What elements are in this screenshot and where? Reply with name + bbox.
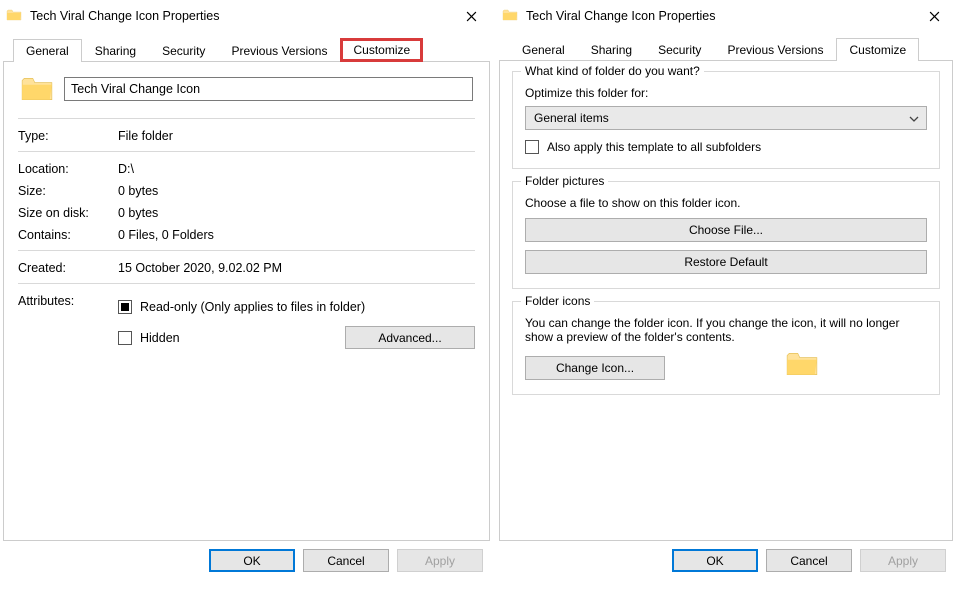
folder-icon <box>502 8 518 24</box>
tab-customize[interactable]: Customize <box>836 38 919 61</box>
type-label: Type: <box>18 129 118 143</box>
size-on-disk-label: Size on disk: <box>18 206 118 220</box>
optimize-label: Optimize this folder for: <box>525 86 927 100</box>
general-panel: Type: File folder Location: D:\ Size: 0 … <box>3 62 490 541</box>
dialog-buttons: OK Cancel Apply <box>496 541 956 582</box>
properties-dialog-general: Tech Viral Change Icon Properties Genera… <box>0 0 493 582</box>
titlebar: Tech Viral Change Icon Properties <box>0 0 493 32</box>
location-label: Location: <box>18 162 118 176</box>
size-on-disk-value: 0 bytes <box>118 206 158 220</box>
separator <box>18 250 475 251</box>
window-title: Tech Viral Change Icon Properties <box>30 9 451 23</box>
tab-sharing[interactable]: Sharing <box>578 38 645 61</box>
group-title: Folder pictures <box>521 174 608 188</box>
hidden-label: Hidden <box>140 331 285 345</box>
apply-subfolders-checkbox[interactable] <box>525 140 539 154</box>
group-title: Folder icons <box>521 294 594 308</box>
size-label: Size: <box>18 184 118 198</box>
tab-previous-versions[interactable]: Previous Versions <box>218 39 340 62</box>
created-value: 15 October 2020, 9.02.02 PM <box>118 261 282 275</box>
folder-icons-desc: You can change the folder icon. If you c… <box>525 316 927 344</box>
readonly-checkbox[interactable] <box>118 300 132 314</box>
window-title: Tech Viral Change Icon Properties <box>526 9 914 23</box>
change-icon-button[interactable]: Change Icon... <box>525 356 665 380</box>
dialog-buttons: OK Cancel Apply <box>0 541 493 582</box>
dropdown-value: General items <box>534 111 609 125</box>
restore-default-button[interactable]: Restore Default <box>525 250 927 274</box>
folder-name-input[interactable] <box>64 77 473 101</box>
tab-previous-versions[interactable]: Previous Versions <box>714 38 836 61</box>
apply-button[interactable]: Apply <box>397 549 483 572</box>
cancel-button[interactable]: Cancel <box>303 549 389 572</box>
optimize-dropdown[interactable]: General items <box>525 106 927 130</box>
tab-sharing[interactable]: Sharing <box>82 39 149 62</box>
hidden-checkbox[interactable] <box>118 331 132 345</box>
apply-subfolders-label: Also apply this template to all subfolde… <box>547 140 761 154</box>
tab-customize[interactable]: Customize <box>340 38 423 62</box>
apply-button[interactable]: Apply <box>860 549 946 572</box>
tab-general[interactable]: General <box>13 39 82 62</box>
folder-pictures-desc: Choose a file to show on this folder ico… <box>525 196 927 210</box>
readonly-label: Read-only (Only applies to files in fold… <box>140 300 365 314</box>
separator <box>18 283 475 284</box>
type-value: File folder <box>118 129 173 143</box>
ok-button[interactable]: OK <box>672 549 758 572</box>
properties-dialog-customize: Tech Viral Change Icon Properties Genera… <box>496 0 956 582</box>
location-value: D:\ <box>118 162 134 176</box>
folder-icon <box>785 349 819 379</box>
tab-general[interactable]: General <box>509 38 578 61</box>
choose-file-button[interactable]: Choose File... <box>525 218 927 242</box>
contains-label: Contains: <box>18 228 118 242</box>
group-folder-type: What kind of folder do you want? Optimiz… <box>512 71 940 169</box>
size-value: 0 bytes <box>118 184 158 198</box>
advanced-button[interactable]: Advanced... <box>345 326 475 349</box>
attributes-label: Attributes: <box>18 294 118 308</box>
tab-strip: General Sharing Security Previous Versio… <box>499 32 953 61</box>
chevron-down-icon <box>908 113 920 128</box>
group-folder-icons: Folder icons You can change the folder i… <box>512 301 940 395</box>
folder-icon <box>6 8 22 24</box>
ok-button[interactable]: OK <box>209 549 295 572</box>
contains-value: 0 Files, 0 Folders <box>118 228 214 242</box>
close-icon[interactable] <box>451 2 491 31</box>
tab-security[interactable]: Security <box>149 39 218 62</box>
separator <box>18 151 475 152</box>
cancel-button[interactable]: Cancel <box>766 549 852 572</box>
close-icon[interactable] <box>914 2 954 31</box>
group-title: What kind of folder do you want? <box>521 64 704 78</box>
folder-icon <box>20 74 64 104</box>
tab-strip: General Sharing Security Previous Versio… <box>3 32 490 62</box>
titlebar: Tech Viral Change Icon Properties <box>496 0 956 32</box>
customize-panel: What kind of folder do you want? Optimiz… <box>499 61 953 541</box>
tab-security[interactable]: Security <box>645 38 714 61</box>
created-label: Created: <box>18 261 118 275</box>
separator <box>18 118 475 119</box>
group-folder-pictures: Folder pictures Choose a file to show on… <box>512 181 940 289</box>
